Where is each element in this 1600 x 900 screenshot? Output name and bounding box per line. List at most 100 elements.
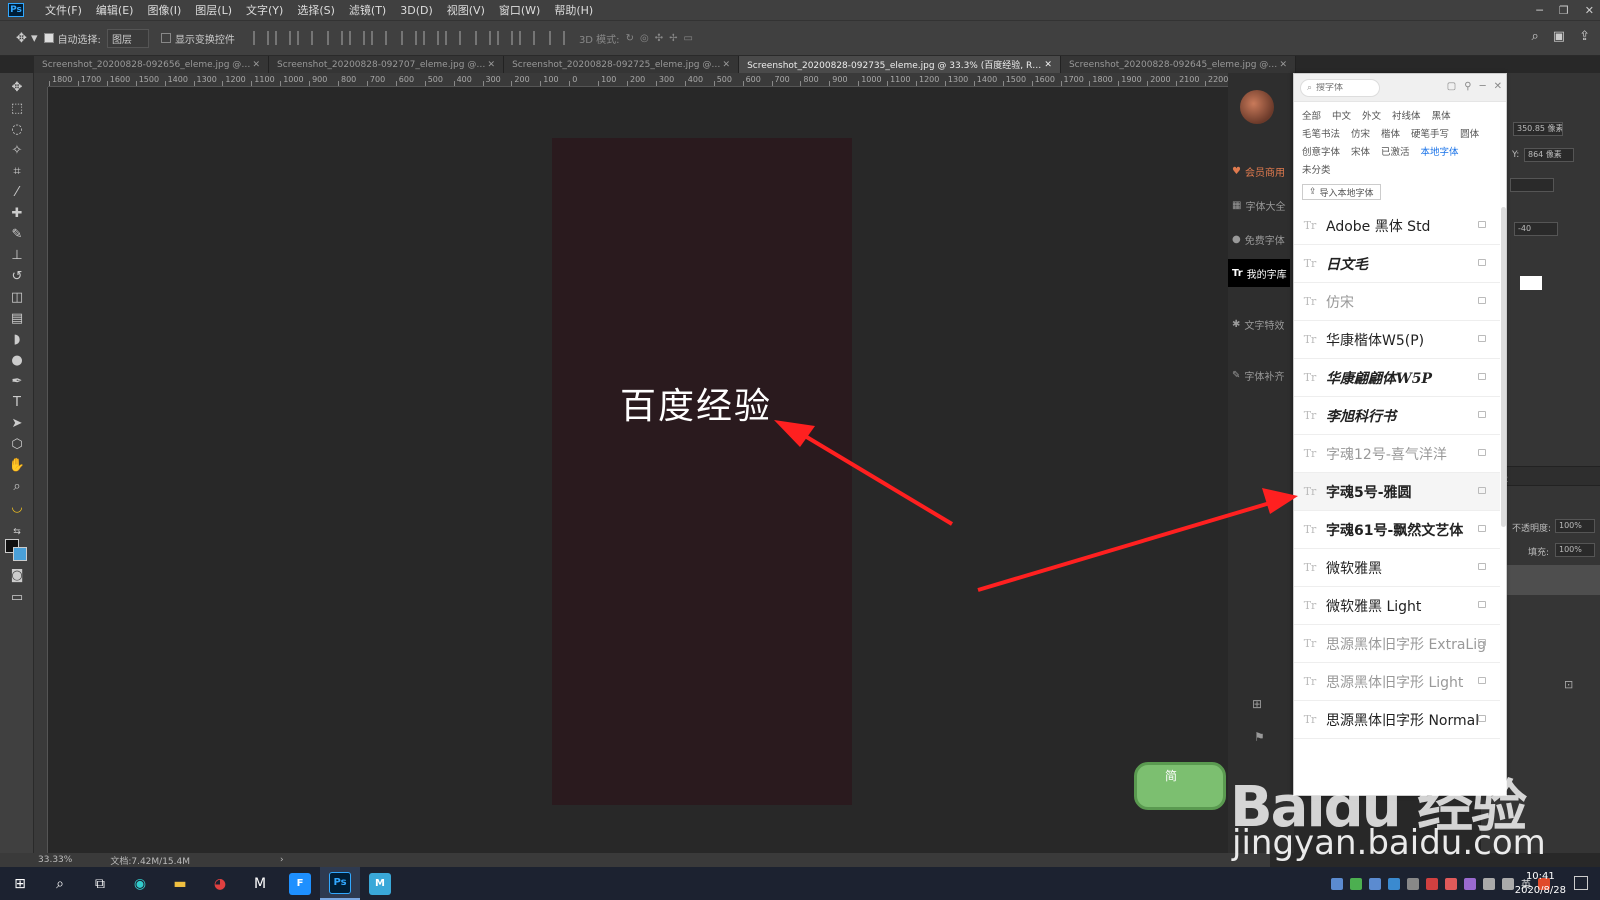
font-category[interactable]: 硬笔手写: [1411, 126, 1449, 144]
hand-tool-icon[interactable]: ✋: [8, 457, 26, 475]
marquee-tool-icon[interactable]: ⬚: [8, 100, 26, 118]
import-local-font-button[interactable]: ⇪ 导入本地字体: [1302, 184, 1381, 200]
eyedropper-icon[interactable]: ⁄: [8, 184, 26, 202]
search-icon[interactable]: ⌕: [40, 867, 80, 900]
menu-type[interactable]: 文字(Y): [239, 2, 290, 18]
show-transform-checkbox[interactable]: [160, 33, 171, 43]
font-category[interactable]: 未分类: [1302, 162, 1331, 180]
fill-field[interactable]: 100%: [1555, 543, 1595, 557]
history-brush-icon[interactable]: ↺: [8, 268, 26, 286]
font-category[interactable]: 已激活: [1381, 144, 1410, 162]
zoom-tool-icon[interactable]: ⌕: [8, 478, 26, 496]
x-position-field[interactable]: 350.85 像素: [1513, 122, 1563, 136]
blur-tool-icon[interactable]: ◗: [8, 331, 26, 349]
artboard[interactable]: [552, 138, 852, 805]
align-left-icon[interactable]: [326, 31, 343, 45]
align-right-icon[interactable]: [370, 31, 387, 45]
doc-tab[interactable]: Screenshot_20200828-092725_eleme.jpg @ 3…: [504, 56, 740, 73]
crop-tool-icon[interactable]: ⌗: [8, 163, 26, 181]
flag-icon[interactable]: ⚑: [1254, 730, 1265, 744]
screen-mode-icon[interactable]: ▭: [8, 589, 26, 607]
close-icon[interactable]: ✕: [1494, 81, 1502, 92]
close-icon[interactable]: ✕: [488, 60, 496, 70]
tray-icon[interactable]: [1350, 877, 1362, 890]
font-list-item[interactable]: Tr 仿宋: [1294, 283, 1500, 321]
auto-select-checkbox[interactable]: [43, 33, 54, 43]
chrome-icon[interactable]: ◕: [200, 867, 240, 900]
doc-tab[interactable]: Screenshot_20200828-092656_eleme.jpg @ 3…: [34, 56, 270, 73]
tray-icon[interactable]: [1464, 877, 1476, 890]
auto-select-option[interactable]: 自动选择:: [43, 31, 101, 46]
favorite-icon[interactable]: [1478, 677, 1486, 684]
align-top-icon[interactable]: [252, 31, 269, 45]
font-category[interactable]: 本地字体: [1421, 144, 1459, 162]
avatar[interactable]: [1240, 90, 1274, 124]
pin-icon[interactable]: ⚲: [1464, 81, 1471, 92]
doc-tab[interactable]: Screenshot_20200828-092645_eleme.jpg @ 3…: [1060, 56, 1296, 73]
tracking-field[interactable]: -40: [1514, 222, 1558, 236]
favorite-icon[interactable]: [1478, 601, 1486, 608]
font-category[interactable]: 创意字体: [1302, 144, 1340, 162]
gift-icon[interactable]: ⊞: [1252, 697, 1262, 711]
ruler-vertical[interactable]: [34, 87, 48, 853]
font-category[interactable]: 衬线体: [1392, 108, 1421, 126]
font-list-item[interactable]: Tr Adobe 黑体 Std: [1294, 207, 1500, 245]
favorite-icon[interactable]: [1478, 221, 1486, 228]
healing-brush-icon[interactable]: ✚: [8, 205, 26, 223]
font-category[interactable]: 毛笔书法: [1302, 126, 1340, 144]
font-list-item[interactable]: Tr 李旭科行书: [1294, 397, 1500, 435]
favorite-icon[interactable]: [1478, 525, 1486, 532]
font-category[interactable]: 外文: [1362, 108, 1381, 126]
font-list-item[interactable]: Tr 字魂12号-喜气洋洋: [1294, 435, 1500, 473]
shield-icon[interactable]: [1369, 877, 1381, 890]
taskbar-app-f[interactable]: F: [280, 867, 320, 900]
font-list-item[interactable]: Tr 微软雅黑 Light: [1294, 587, 1500, 625]
font-list-item[interactable]: Tr 字魂5号-雅圆: [1294, 473, 1500, 511]
align-bottom-icon[interactable]: [296, 31, 313, 45]
doc-tab-active[interactable]: Screenshot_20200828-092735_eleme.jpg @ 3…: [739, 56, 1061, 73]
type-tool-icon[interactable]: T: [8, 394, 26, 412]
magic-wand-icon[interactable]: ✧: [8, 142, 26, 160]
system-clock[interactable]: 10:41 2020/8/28: [1515, 870, 1566, 898]
close-icon[interactable]: ✕: [1044, 60, 1052, 70]
minimize-icon[interactable]: ─: [1536, 4, 1543, 17]
font-category[interactable]: 圆体: [1460, 126, 1479, 144]
pen-tool-icon[interactable]: ✒: [8, 373, 26, 391]
tray-icon[interactable]: [1426, 877, 1438, 890]
menu-filter[interactable]: 滤镜(T): [342, 2, 393, 18]
sidebar-item-my-fonts[interactable]: Tr 我的字库: [1228, 259, 1290, 287]
auto-align-icon[interactable]: [548, 31, 565, 45]
font-category[interactable]: 宋体: [1351, 144, 1370, 162]
font-category[interactable]: 全部: [1302, 108, 1321, 126]
network-icon[interactable]: [1483, 877, 1495, 890]
show-transform-option[interactable]: 显示变换控件: [160, 31, 235, 46]
favorite-icon[interactable]: [1478, 487, 1486, 494]
text-color-swatch[interactable]: [1520, 276, 1542, 290]
sidebar-item-free-fonts[interactable]: ● 免费字体: [1232, 232, 1294, 247]
eraser-tool-icon[interactable]: ◫: [8, 289, 26, 307]
orbit-3d-icon[interactable]: ↻: [626, 33, 634, 44]
menu-select[interactable]: 选择(S): [290, 2, 342, 18]
brush-tool-icon[interactable]: ✎: [8, 226, 26, 244]
banana-icon[interactable]: ◡: [8, 499, 26, 517]
chevron-right-icon[interactable]: ›: [280, 855, 284, 865]
stamp-tool-icon[interactable]: ⊥: [8, 247, 26, 265]
y-position-field[interactable]: 864 像素: [1524, 148, 1574, 162]
move-tool-icon[interactable]: ✥: [8, 79, 26, 97]
file-explorer-icon[interactable]: ▬: [160, 867, 200, 900]
sidebar-item-all-fonts[interactable]: ▦ 字体大全: [1232, 198, 1294, 213]
close-icon[interactable]: ✕: [723, 60, 731, 70]
dodge-tool-icon[interactable]: ●: [8, 352, 26, 370]
font-list-item[interactable]: Tr 思源黑体旧字形 Normal: [1294, 701, 1500, 739]
mail-icon[interactable]: M: [240, 867, 280, 900]
font-list-item[interactable]: Tr 微软雅黑: [1294, 549, 1500, 587]
favorite-icon[interactable]: [1478, 563, 1486, 570]
shape-tool-icon[interactable]: ⬡: [8, 436, 26, 454]
distribute-hcenter-icon[interactable]: [496, 31, 513, 45]
font-list-item[interactable]: Tr 思源黑体旧字形 Light: [1294, 663, 1500, 701]
close-icon[interactable]: ✕: [1279, 60, 1287, 70]
minimize-icon[interactable]: ─: [1480, 81, 1486, 92]
distribute-left-icon[interactable]: [474, 31, 491, 45]
font-category[interactable]: 仿宋: [1351, 126, 1370, 144]
menu-image[interactable]: 图像(I): [140, 2, 188, 18]
